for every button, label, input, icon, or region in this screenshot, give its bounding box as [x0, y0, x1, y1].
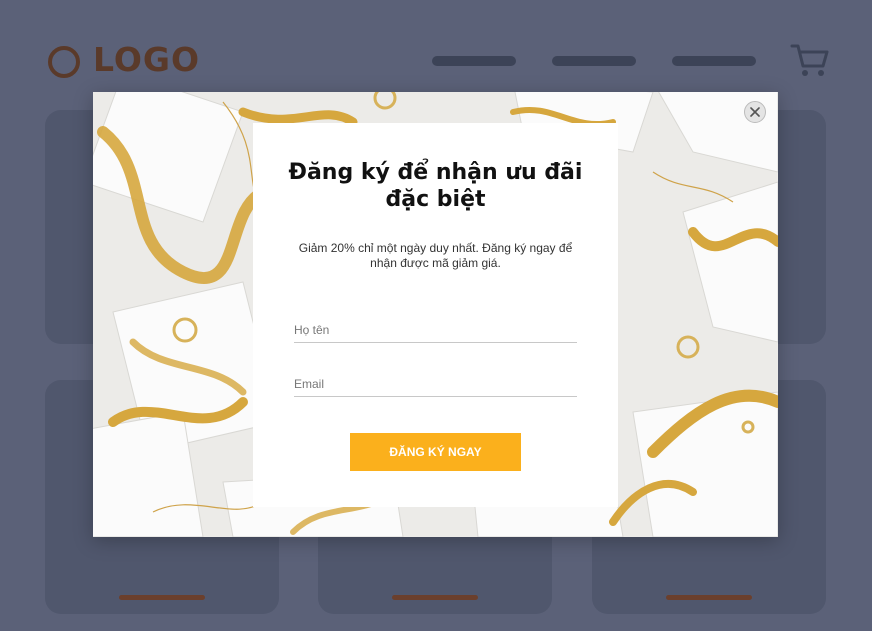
popup-title: Đăng ký để nhận ưu đãi đặc biệt — [288, 160, 583, 212]
ring-logo-icon — [48, 46, 80, 78]
nav-item-1[interactable] — [432, 56, 516, 66]
popup-description: Giảm 20% chỉ một ngày duy nhất. Đăng ký … — [298, 241, 573, 270]
signup-popup: Đăng ký để nhận ưu đãi đặc biệt Giảm 20%… — [93, 92, 778, 537]
close-icon — [750, 107, 760, 117]
shopping-cart-icon[interactable] — [790, 42, 830, 78]
product-card-bar — [392, 595, 478, 600]
product-card-bar — [119, 595, 205, 600]
signup-form: Đăng ký để nhận ưu đãi đặc biệt Giảm 20%… — [253, 123, 618, 507]
email-input[interactable] — [294, 372, 577, 397]
nav-item-2[interactable] — [552, 56, 636, 66]
product-card-bar — [666, 595, 752, 600]
subscribe-button[interactable]: ĐĂNG KÝ NGAY — [350, 433, 521, 471]
logo-text: LOGO — [93, 40, 201, 79]
name-input[interactable] — [294, 318, 577, 343]
close-button[interactable] — [744, 101, 766, 123]
nav-item-3[interactable] — [672, 56, 756, 66]
